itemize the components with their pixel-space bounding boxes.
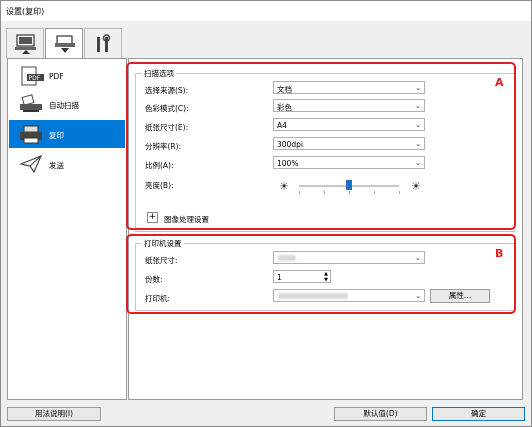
help-button[interactable]: 用法说明(I) <box>7 407 101 421</box>
sidebar-item-label: 发送 <box>49 161 64 170</box>
paper-plane-icon <box>19 154 43 174</box>
sidebar-item-label: 复印 <box>49 131 64 140</box>
sidebar-item-label: PDF <box>49 72 64 81</box>
tab-scan-from-panel[interactable] <box>45 28 83 59</box>
tab-general-settings[interactable] <box>84 28 122 58</box>
pdf-icon: PDF <box>21 66 44 86</box>
annotation-label-b: B <box>495 247 504 260</box>
sidebar-item-send[interactable]: 发送 <box>9 150 125 178</box>
sidebar-item-auto-scan[interactable]: 自动扫描 <box>9 90 125 118</box>
printer-icon <box>20 125 42 144</box>
annotation-label-a: A <box>495 76 504 89</box>
tools-icon <box>97 34 111 52</box>
scanner-panel-icon <box>55 35 75 53</box>
tab-scan-from-computer[interactable] <box>6 28 44 58</box>
sidebar-item-pdf[interactable]: PDF PDF <box>9 62 125 90</box>
annotation-box-a <box>126 62 516 230</box>
defaults-button[interactable]: 默认值(D) <box>334 407 427 421</box>
auto-scan-icon <box>20 94 42 112</box>
sidebar: PDF PDF 自动扫描 复印 发送 <box>7 58 127 400</box>
svg-text:PDF: PDF <box>29 75 41 82</box>
ok-button[interactable]: 确定 <box>432 407 525 421</box>
sidebar-item-copy[interactable]: 复印 <box>9 120 125 148</box>
title-bar: 设置(复印) <box>1 1 531 21</box>
annotation-box-b <box>126 234 516 314</box>
sidebar-item-label: 自动扫描 <box>49 101 79 110</box>
computer-icon <box>15 34 36 54</box>
window-title: 设置(复印) <box>6 7 45 16</box>
settings-window: 设置(复印) PDF PDF 自动扫描 复印 发送 扫描选项 选择来源(S): … <box>0 0 532 427</box>
